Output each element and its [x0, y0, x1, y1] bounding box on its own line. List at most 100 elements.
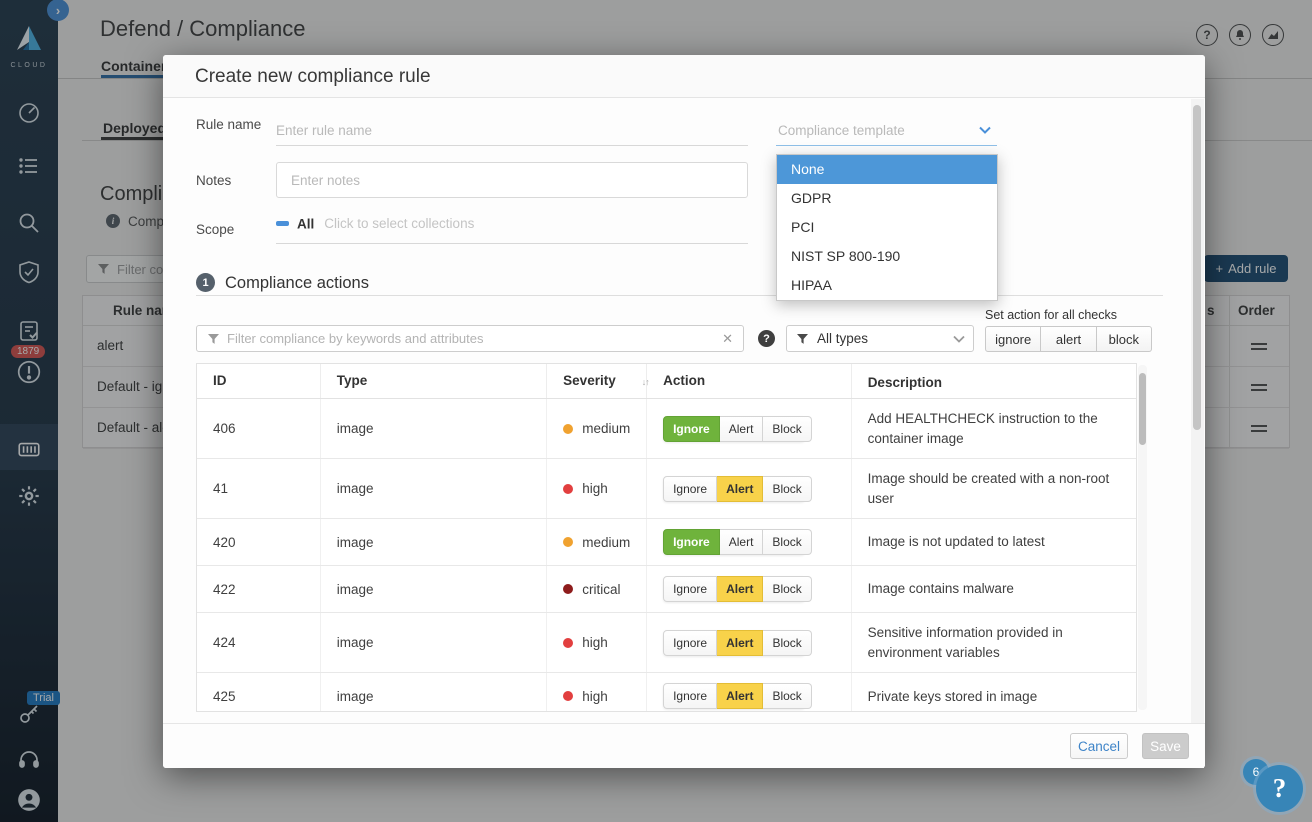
action-ignore-button[interactable]: Ignore [663, 630, 717, 656]
section-divider [196, 295, 1163, 296]
scope-label: Scope [196, 222, 234, 237]
bulk-block-button[interactable]: block [1097, 326, 1152, 352]
section-title: Compliance actions [225, 274, 369, 293]
action-toggle-group: IgnoreAlertBlock [663, 630, 805, 656]
col-type: Type [321, 364, 547, 398]
check-id: 41 [197, 459, 321, 518]
filter-funnel-icon [797, 334, 808, 345]
bulk-action-group: ignorealertblock [985, 326, 1152, 352]
action-alert-button[interactable]: Alert [717, 683, 763, 709]
rule-name-input[interactable] [276, 116, 748, 146]
cancel-button[interactable]: Cancel [1070, 733, 1128, 759]
col-id: ID [197, 364, 321, 398]
template-option[interactable]: NIST SP 800-190 [777, 242, 997, 271]
table-scrollbar-thumb[interactable] [1139, 373, 1146, 445]
compliance-filter: ✕ [196, 325, 744, 352]
check-action: IgnoreAlertBlock [647, 519, 852, 565]
compliance-template-select[interactable]: Compliance template [776, 116, 997, 146]
check-id: 406 [197, 399, 321, 458]
severity-dot-icon [563, 691, 573, 701]
collection-chip-icon [276, 221, 289, 226]
check-row: 425imagehighIgnoreAlertBlockPrivate keys… [197, 673, 1136, 711]
check-id: 424 [197, 613, 321, 672]
check-type: image [321, 613, 548, 672]
modal-scrollbar-thumb[interactable] [1193, 105, 1201, 430]
action-alert-button[interactable]: Alert [720, 416, 764, 442]
check-severity: high [547, 673, 647, 711]
check-severity: high [547, 459, 647, 518]
scope-placeholder: Click to select collections [324, 216, 474, 231]
action-ignore-button[interactable]: Ignore [663, 576, 717, 602]
set-action-label: Set action for all checks [985, 308, 1117, 322]
clear-filter-icon[interactable]: ✕ [722, 331, 733, 347]
bulk-ignore-button[interactable]: ignore [985, 326, 1041, 352]
severity-dot-icon [563, 424, 573, 434]
compliance-checks-table: ID Type Severity↓↑ Action Description 40… [196, 363, 1137, 712]
action-block-button[interactable]: Block [763, 630, 811, 656]
action-toggle-group: IgnoreAlertBlock [663, 683, 805, 709]
modal-header: Create new compliance rule [163, 55, 1205, 98]
template-option[interactable]: PCI [777, 213, 997, 242]
check-action: IgnoreAlertBlock [647, 613, 852, 672]
check-severity: medium [547, 519, 647, 565]
action-alert-button[interactable]: Alert [717, 476, 763, 502]
check-severity: medium [547, 399, 647, 458]
modal-scrollbar[interactable] [1191, 99, 1204, 768]
col-description: Description [852, 364, 1136, 398]
action-block-button[interactable]: Block [763, 683, 811, 709]
bulk-alert-button[interactable]: alert [1041, 326, 1096, 352]
table-scrollbar[interactable] [1138, 365, 1147, 710]
check-id: 425 [197, 673, 321, 711]
create-compliance-rule-modal: Create new compliance rule Rule name Com… [163, 55, 1205, 768]
action-ignore-button[interactable]: Ignore [663, 476, 717, 502]
action-ignore-button[interactable]: Ignore [663, 416, 720, 442]
app-screen: CLOUD 1 [0, 0, 1312, 822]
check-description: Add HEALTHCHECK instruction to the conta… [852, 399, 1136, 458]
check-description: Image is not updated to latest [852, 519, 1136, 565]
check-action: IgnoreAlertBlock [647, 459, 852, 518]
check-description: Private keys stored in image [852, 673, 1136, 711]
action-block-button[interactable]: Block [763, 416, 811, 442]
check-row: 424imagehighIgnoreAlertBlockSensitive in… [197, 613, 1136, 673]
template-option[interactable]: GDPR [777, 184, 997, 213]
notes-input[interactable] [276, 162, 748, 198]
check-severity: high [547, 613, 647, 672]
filter-help-button[interactable]: ? [758, 330, 775, 347]
type-filter-value: All types [817, 331, 868, 346]
severity-dot-icon [563, 584, 573, 594]
check-action: IgnoreAlertBlock [647, 566, 852, 612]
action-ignore-button[interactable]: Ignore [663, 683, 717, 709]
col-action: Action [647, 364, 852, 398]
severity-dot-icon [563, 484, 573, 494]
col-severity[interactable]: Severity↓↑ [547, 364, 647, 398]
scope-select[interactable]: AllClick to select collections [276, 215, 748, 244]
action-toggle-group: IgnoreAlertBlock [663, 476, 805, 502]
check-row: 41imagehighIgnoreAlertBlockImage should … [197, 459, 1136, 519]
action-block-button[interactable]: Block [763, 576, 811, 602]
save-button[interactable]: Save [1142, 733, 1189, 759]
template-option[interactable]: HIPAA [777, 271, 997, 300]
action-block-button[interactable]: Block [763, 476, 811, 502]
action-block-button[interactable]: Block [763, 529, 811, 555]
check-type: image [321, 459, 548, 518]
action-alert-button[interactable]: Alert [717, 630, 763, 656]
chevron-down-icon [979, 126, 991, 134]
compliance-template-placeholder: Compliance template [778, 123, 905, 138]
section-number-badge: 1 [196, 273, 215, 292]
action-alert-button[interactable]: Alert [720, 529, 764, 555]
check-id: 420 [197, 519, 321, 565]
compliance-filter-input[interactable] [227, 326, 717, 351]
action-alert-button[interactable]: Alert [717, 576, 763, 602]
chevron-down-icon [953, 335, 965, 343]
action-toggle-group: IgnoreAlertBlock [663, 576, 805, 602]
action-ignore-button[interactable]: Ignore [663, 529, 720, 555]
check-action: IgnoreAlertBlock [647, 399, 852, 458]
check-row: 422imagecriticalIgnoreAlertBlockImage co… [197, 566, 1136, 613]
action-toggle-group: IgnoreAlertBlock [663, 529, 805, 555]
filter-funnel-icon [208, 334, 219, 345]
check-type: image [321, 399, 548, 458]
template-option[interactable]: None [777, 155, 997, 184]
type-filter-select[interactable]: All types [786, 325, 974, 352]
template-dropdown-menu: NoneGDPRPCINIST SP 800-190HIPAA [776, 154, 998, 301]
help-widget-button[interactable]: ? [1256, 765, 1303, 812]
